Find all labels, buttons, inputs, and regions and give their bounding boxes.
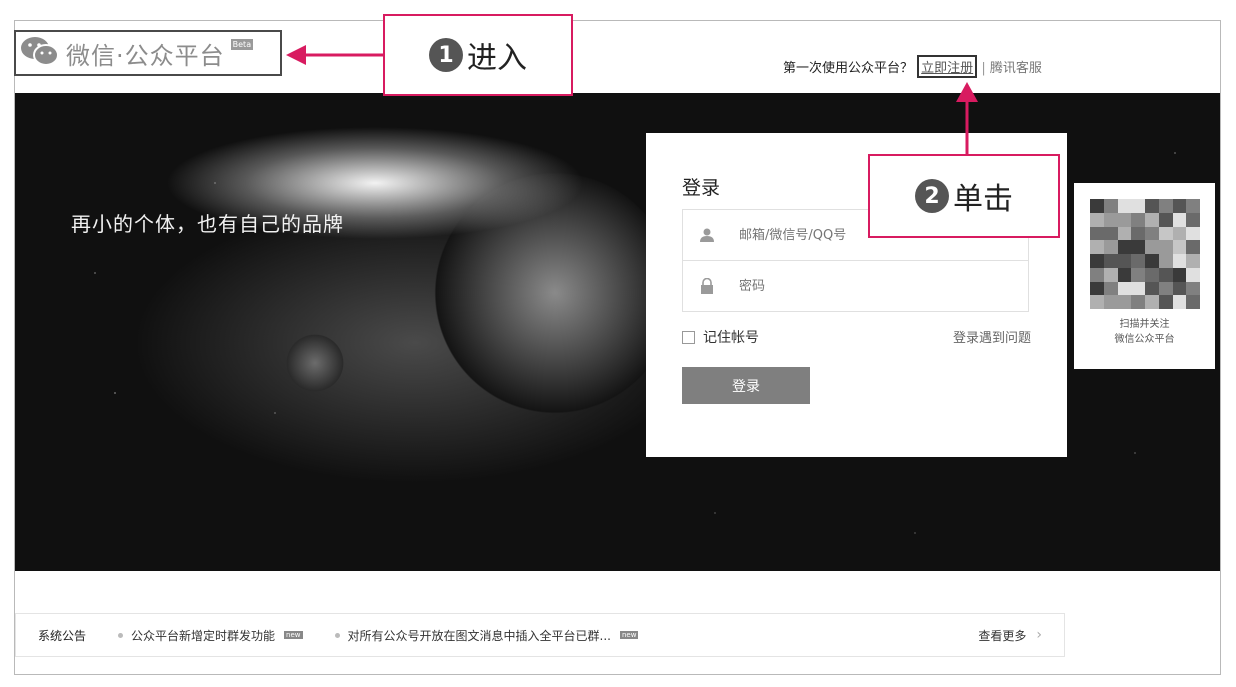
step1-text: 进入: [467, 41, 527, 76]
step2-number: 2: [915, 179, 949, 213]
step1-annotation: 1 进入: [383, 14, 573, 96]
arrow-icon: [286, 45, 978, 154]
step2-annotation: 2 单击: [868, 154, 1060, 238]
step1-number: 1: [429, 38, 463, 72]
step2-text: 单击: [953, 182, 1013, 217]
